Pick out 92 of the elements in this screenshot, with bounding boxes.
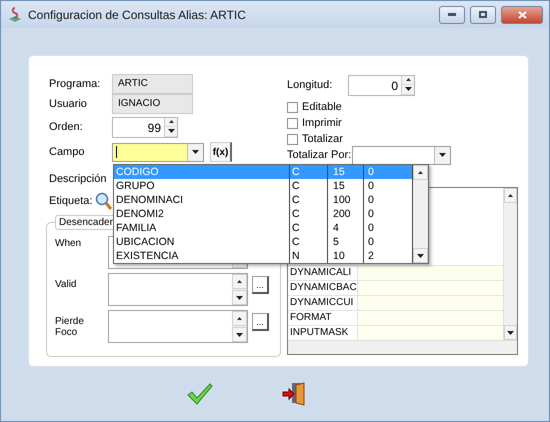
field-type: C [290,207,328,221]
checkbox-label: Totalizar [302,133,343,145]
spin-down-button[interactable] [165,127,177,136]
close-icon [518,10,526,18]
function-button[interactable]: f(x) [210,142,232,162]
scroll-up-button[interactable] [232,274,247,289]
exit-door-icon [282,381,306,407]
up-arrow-icon [418,171,423,174]
field-label: Descripción [49,173,108,185]
up-arrow-icon [237,280,242,283]
field-length: 10 [328,249,364,263]
field-type: N [290,249,328,263]
field-type: C [290,221,328,235]
field-label: Valid [55,278,78,290]
scroll-down-button[interactable] [232,327,247,342]
up-arrow-icon [168,120,174,124]
spin-up-button[interactable] [402,76,414,85]
number-spinner[interactable]: 0 [348,74,415,96]
field-label: When [55,237,82,249]
readonly-field: ARTIC [112,74,193,94]
field-label: Orden: [49,121,84,133]
down-arrow-icon [404,87,412,92]
readonly-field: IGNACIO [112,94,193,114]
spin-up-button[interactable] [165,118,177,127]
field-label: Totalizar Por: [287,149,352,161]
scrollbar[interactable] [232,274,247,305]
field-length: 15 [328,179,364,193]
field-name: UBICACION [114,235,290,249]
maximize-icon [479,11,487,18]
field-type: C [290,165,328,179]
scroll-up-button[interactable] [504,188,517,203]
scroll-down-button[interactable] [232,290,247,305]
up-arrow-icon [508,194,513,197]
caret-icon [439,153,446,157]
caret-icon [192,150,199,154]
spin-down-button[interactable] [402,85,414,94]
browse-button[interactable]: ... [252,313,269,331]
number-spinner[interactable]: 99 [112,116,178,138]
app-icon [7,6,23,22]
up-arrow-icon [237,317,242,320]
field-label: Programa: [49,78,102,90]
field-name: GRUPO [114,179,290,193]
field-name: DENOMI2 [114,207,290,221]
minimize-icon [448,13,456,16]
down-arrow-icon [168,129,174,134]
up-arrow-icon [406,78,410,82]
down-arrow-icon [417,254,424,258]
browse-button[interactable]: ... [252,276,269,294]
spinner-value: 0 [390,78,399,94]
checkbox[interactable] [287,102,298,112]
dropdown-button[interactable] [434,146,450,164]
field-combo[interactable] [112,142,204,162]
checkbox[interactable] [287,118,298,128]
checkbox-label: Imprimir [302,117,342,129]
scroll-down-button[interactable] [504,325,517,340]
field-type: C [290,179,328,193]
field-length: 5 [328,235,364,249]
field-type: C [290,235,328,249]
scrollbar[interactable] [232,311,247,342]
field-length: 4 [328,221,364,235]
minimize-button[interactable] [439,6,465,24]
down-arrow-icon [236,296,243,300]
dropdown-button[interactable] [187,144,203,160]
field-length: 15 [328,165,364,179]
scroll-up-button[interactable] [413,165,428,180]
search-icon[interactable] [95,192,112,210]
scrollbar[interactable] [503,188,517,340]
scroll-up-button[interactable] [232,311,247,326]
scroll-down-button[interactable] [413,248,428,263]
close-button[interactable] [501,6,543,24]
horizontal-scrollbar[interactable] [288,340,517,354]
spinner-value: 99 [146,120,162,136]
field-label: Pierde Foco [55,315,85,338]
totals-combo[interactable] [352,146,451,164]
field-length: 100 [328,193,364,207]
scrollbar[interactable] [413,165,428,263]
field-type: C [290,193,328,207]
field-label: Longitud: [287,79,334,91]
field-label: Campo [49,146,86,158]
field-length: 200 [328,207,364,221]
field-label: Usuario [49,98,88,110]
field-name: CODIGO [114,165,290,179]
checkbox[interactable] [287,134,298,144]
down-arrow-icon [507,330,514,334]
checkbox-label: Editable [302,101,342,113]
field-name: DENOMINACI [114,193,290,207]
field-name: EXISTENCIA [114,249,290,263]
field-label: Etiqueta: [49,195,94,207]
window-title: Configuracion de Consultas Alias: ARTIC [28,8,247,22]
check-icon [187,383,213,405]
maximize-button[interactable] [470,6,496,24]
down-arrow-icon [236,332,243,336]
